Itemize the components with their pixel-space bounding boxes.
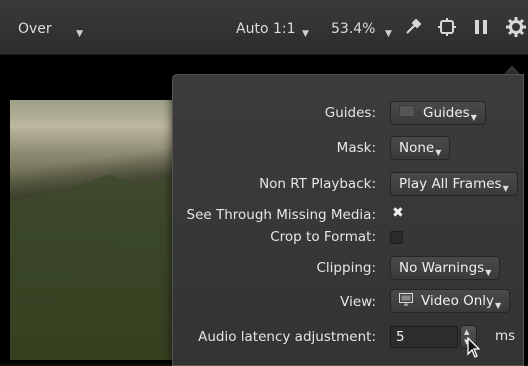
guides-icon: [399, 105, 415, 121]
chevron-down-icon: ▼: [502, 183, 509, 193]
stepper-up-icon[interactable]: ▲: [464, 328, 469, 336]
chevron-down-icon: ▼: [301, 29, 309, 39]
composite-mode-dropdown[interactable]: Over ▼: [18, 21, 84, 39]
audio-latency-input[interactable]: 5: [390, 326, 458, 348]
chevron-down-icon: ▼: [485, 267, 492, 277]
guides-dropdown[interactable]: Guides ▼: [390, 101, 486, 125]
view-label: View:: [340, 294, 376, 310]
clipping-dropdown[interactable]: No Warnings ▼: [390, 256, 501, 280]
non-rt-playback-value: Play All Frames: [399, 176, 502, 192]
zoom-percent-label: 53.4%: [331, 21, 376, 37]
zoom-percent-dropdown[interactable]: 53.4% ▼: [331, 21, 392, 39]
composite-mode-label: Over: [18, 21, 52, 37]
mask-value: None: [399, 140, 435, 156]
viewer-toolbar: Over ▼ Auto 1:1 ▼ 53.4% ▼: [0, 0, 528, 55]
chevron-down-icon: ▼: [495, 300, 502, 310]
clipping-value: No Warnings: [399, 260, 485, 276]
see-through-missing-media-label: See Through Missing Media:: [186, 207, 377, 223]
audio-latency-label: Audio latency adjustment:: [198, 329, 376, 345]
eyedropper-icon[interactable]: [402, 16, 424, 38]
viewer-settings-popover: Guides: Guides ▼ Mask: None ▼ Non RT Pla…: [172, 74, 524, 366]
clipping-label: Clipping:: [316, 260, 377, 276]
chevron-down-icon: ▼: [384, 29, 392, 39]
gear-icon[interactable]: [505, 16, 527, 38]
chevron-down-icon: ▼: [76, 29, 84, 39]
non-rt-playback-label: Non RT Playback:: [259, 176, 376, 192]
crop-to-format-label: Crop to Format:: [270, 229, 376, 245]
audio-latency-unit: ms: [495, 328, 516, 344]
view-value: Video Only: [421, 293, 495, 309]
zoom-mode-dropdown[interactable]: Auto 1:1 ▼: [236, 21, 309, 39]
view-dropdown[interactable]: Video Only ▼: [390, 289, 511, 313]
guides-value: Guides: [423, 105, 470, 121]
chevron-down-icon: ▼: [435, 147, 442, 157]
guides-label: Guides:: [324, 105, 376, 121]
mask-label: Mask:: [336, 140, 376, 156]
see-through-missing-media-checkbox[interactable]: ✖: [392, 205, 404, 221]
crop-to-format-checkbox[interactable]: [390, 231, 403, 244]
zoom-mode-label: Auto 1:1: [236, 21, 296, 37]
audio-latency-value: 5: [396, 329, 405, 345]
chevron-down-icon: ▼: [470, 112, 477, 122]
non-rt-playback-dropdown[interactable]: Play All Frames ▼: [390, 172, 518, 196]
pause-icon[interactable]: [470, 16, 492, 38]
mouse-cursor-icon: [467, 336, 481, 363]
overlay-icon[interactable]: [436, 16, 458, 38]
monitor-icon: [399, 292, 413, 310]
mask-dropdown[interactable]: None ▼: [390, 136, 451, 160]
